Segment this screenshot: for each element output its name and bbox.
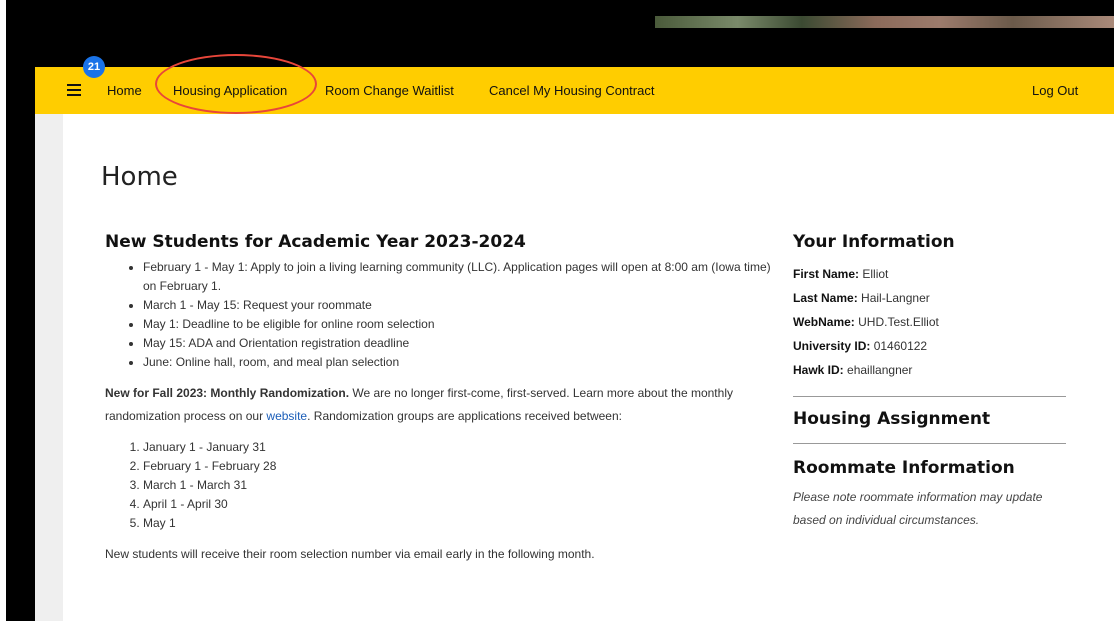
page-title: Home <box>101 162 178 192</box>
nav-housing-application-link[interactable]: Housing Application <box>173 67 287 114</box>
info-label: First Name: <box>793 267 860 281</box>
info-row: University ID: 01460122 <box>793 334 1066 358</box>
info-row: First Name: Elliot <box>793 262 1066 286</box>
nav-room-change-waitlist-link[interactable]: Room Change Waitlist <box>325 67 454 114</box>
randomization-paragraph: New for Fall 2023: Monthly Randomization… <box>105 382 785 428</box>
roommate-note: Please note roommate information may upd… <box>793 490 1043 527</box>
window-edge <box>0 0 6 621</box>
main-column: New Students for Academic Year 2023-2024… <box>105 232 785 561</box>
randomization-groups-list: January 1 - January 31 February 1 - Febr… <box>105 438 785 533</box>
notification-badge[interactable]: 21 <box>83 56 105 78</box>
info-label: University ID: <box>793 339 871 353</box>
info-label: Last Name: <box>793 291 858 305</box>
info-value: Hail-Langner <box>861 291 930 305</box>
hamburger-menu-icon[interactable] <box>67 84 81 97</box>
timeline-list: February 1 - May 1: Apply to join a livi… <box>105 258 785 372</box>
info-value: 01460122 <box>873 339 928 353</box>
list-item: February 1 - May 1: Apply to join a livi… <box>143 258 785 296</box>
list-item: April 1 - April 30 <box>143 495 785 514</box>
info-value: UHD.Test.Elliot <box>858 315 939 329</box>
list-item: March 1 - May 15: Request your roommate <box>143 296 785 315</box>
top-navigation-bar: 21 Home Housing Application Room Change … <box>35 54 1114 114</box>
header-photo <box>655 16 1114 28</box>
info-row: WebName: UHD.Test.Elliot <box>793 310 1066 334</box>
list-item: May 1: Deadline to be eligible for onlin… <box>143 315 785 334</box>
website-link[interactable]: website <box>266 409 307 423</box>
roommate-information-heading: Roommate Information <box>793 458 1015 478</box>
list-item: May 15: ADA and Orientation registration… <box>143 334 785 353</box>
nav-cancel-contract-link[interactable]: Cancel My Housing Contract <box>489 67 654 114</box>
randomization-bold: New for Fall 2023: Monthly Randomization… <box>105 386 350 400</box>
info-value: ehaillangner <box>847 363 913 377</box>
content-card: Home New Students for Academic Year 2023… <box>63 114 1114 621</box>
divider <box>793 443 1066 444</box>
sidebar: Your Information First Name: Elliot Last… <box>793 232 1066 532</box>
info-row: Last Name: Hail-Langner <box>793 286 1066 310</box>
list-item: May 1 <box>143 514 785 533</box>
list-item: June: Online hall, room, and meal plan s… <box>143 353 785 372</box>
your-information-heading: Your Information <box>793 232 955 252</box>
housing-assignment-heading: Housing Assignment <box>793 409 991 429</box>
list-item: March 1 - March 31 <box>143 476 785 495</box>
info-label: Hawk ID: <box>793 363 844 377</box>
info-row: Hawk ID: ehaillangner <box>793 358 1066 382</box>
paragraph-text: . Randomization groups are applications … <box>307 409 622 423</box>
list-item: January 1 - January 31 <box>143 438 785 457</box>
user-info: First Name: Elliot Last Name: Hail-Langn… <box>793 262 1066 382</box>
list-item: February 1 - February 28 <box>143 457 785 476</box>
divider <box>793 396 1066 397</box>
info-value: Elliot <box>862 267 889 281</box>
nav-home-link[interactable]: Home <box>107 67 142 114</box>
info-label: WebName: <box>793 315 855 329</box>
new-students-heading: New Students for Academic Year 2023-2024 <box>105 232 526 252</box>
closing-paragraph: New students will receive their room sel… <box>105 547 595 561</box>
logout-link[interactable]: Log Out <box>1032 67 1078 114</box>
